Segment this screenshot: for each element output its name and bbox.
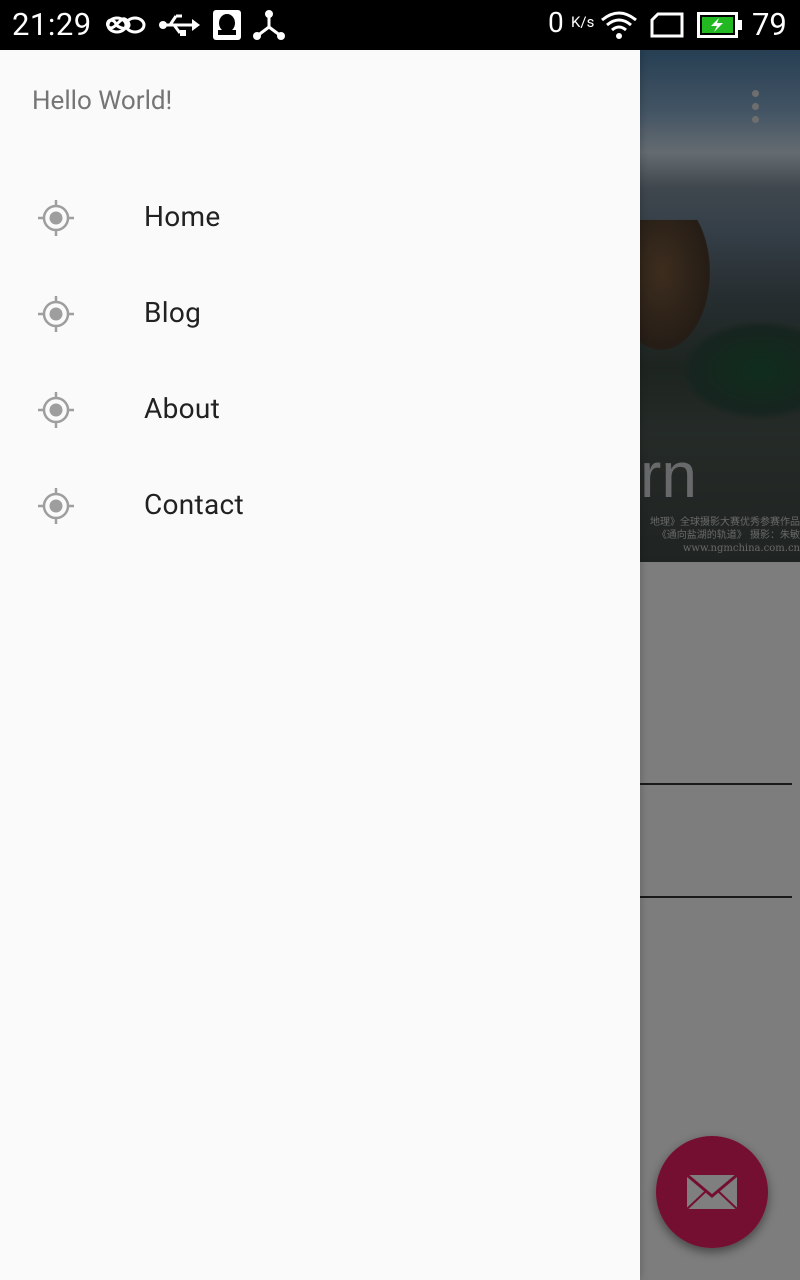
fab-scrim [656,1136,768,1248]
drawer-scrim[interactable] [640,50,800,1280]
menu-item-blog[interactable]: Blog [0,266,640,362]
menu-item-label: Blog [144,296,202,329]
status-bar: 21:29 0 K/s 79 [0,0,800,50]
target-icon [38,488,74,524]
menu-item-home[interactable]: Home [0,170,640,266]
menu-item-label: About [144,392,221,425]
wifi-icon [601,11,637,39]
target-icon [38,200,74,236]
menu-item-contact[interactable]: Contact [0,458,640,554]
menu-item-label: Contact [144,488,244,521]
net-speed: 0 [548,6,564,39]
drawer-header: Hello World! [32,86,173,116]
navigation-drawer: Hello World! Home Blog About Contact [0,50,640,1280]
status-time: 21:29 [12,6,92,43]
menu-item-about[interactable]: About [0,362,640,458]
sim-icon [650,12,684,38]
infinity-icon [106,16,146,34]
net-unit: K/s [571,13,595,31]
battery-level: 79 [752,6,787,43]
target-icon [38,296,74,332]
menu-item-label: Home [144,200,221,233]
drawer-menu: Home Blog About Contact [0,170,640,554]
target-icon [38,392,74,428]
usb-icon [159,14,200,36]
battery-charging-icon [697,12,742,38]
qq-icon [213,10,241,40]
share-icon [253,10,285,40]
